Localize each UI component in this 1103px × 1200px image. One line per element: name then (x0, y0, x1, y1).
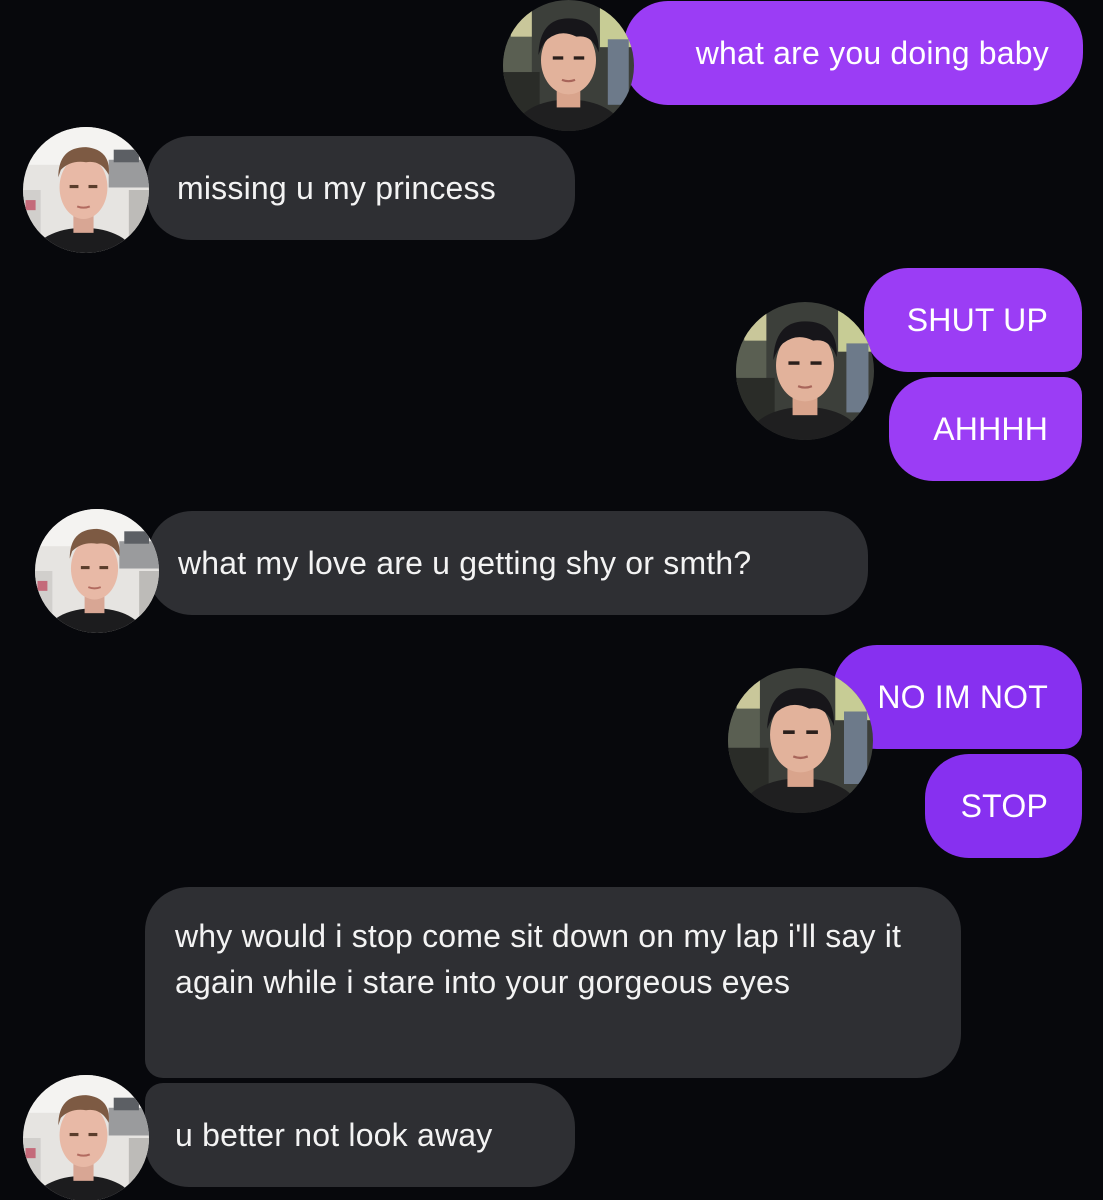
message-text: why would i stop come sit down on my lap… (175, 918, 902, 1000)
message-text: STOP (960, 788, 1048, 824)
avatar-dark-hair-man-icon[interactable] (736, 302, 874, 440)
sent-message[interactable]: STOP (925, 754, 1082, 858)
message-text: u better not look away (175, 1117, 493, 1153)
received-message[interactable]: what my love are u getting shy or smth? (148, 511, 868, 615)
avatar-blond-man-icon[interactable] (35, 509, 159, 633)
message-text: what are you doing baby (695, 35, 1049, 71)
received-message[interactable]: u better not look away (145, 1083, 575, 1187)
message-text: what my love are u getting shy or smth? (178, 545, 752, 581)
received-message[interactable]: missing u my princess (147, 136, 575, 240)
message-text: AHHHH (933, 411, 1048, 447)
avatar-dark-hair-man-icon[interactable] (503, 0, 634, 131)
sent-message[interactable]: SHUT UP (864, 268, 1082, 372)
avatar-blond-man-icon[interactable] (23, 1075, 149, 1200)
sent-message[interactable]: AHHHH (889, 377, 1082, 481)
sent-message[interactable]: what are you doing baby (624, 1, 1083, 105)
avatar-dark-hair-man-icon[interactable] (728, 668, 873, 813)
message-text: missing u my princess (177, 170, 496, 206)
avatar-blond-man-icon[interactable] (23, 127, 149, 253)
received-message[interactable]: why would i stop come sit down on my lap… (145, 887, 961, 1078)
message-text: NO IM NOT (877, 679, 1048, 715)
chat-screen: what are you doing baby missing u my pri… (0, 0, 1103, 1200)
message-text: SHUT UP (906, 302, 1048, 338)
